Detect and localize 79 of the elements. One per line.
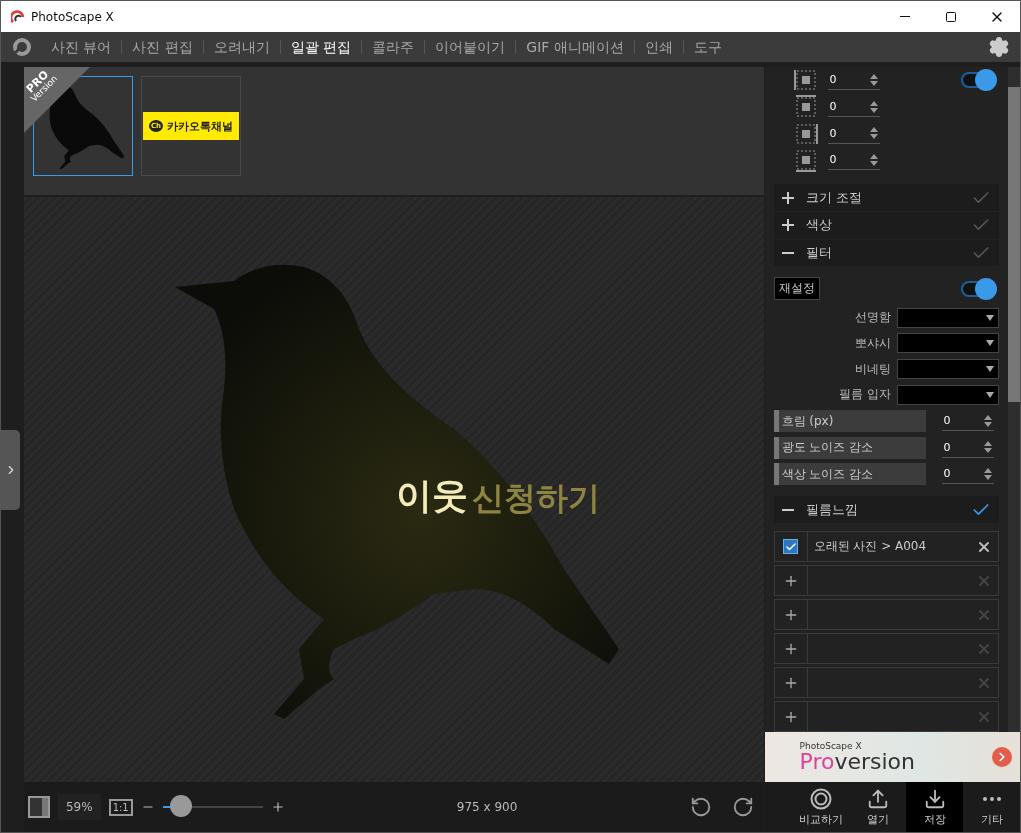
ad-pro-text: Pro — [799, 751, 835, 773]
stepper-arrows-icon[interactable] — [869, 153, 878, 166]
nav-tab[interactable]: 콜라주 — [361, 40, 425, 54]
minimize-icon — [900, 16, 910, 17]
rotate-right-icon[interactable] — [731, 796, 754, 818]
caret-icon — [986, 391, 994, 398]
caret-icon — [986, 314, 994, 321]
zoom-slider-thumb[interactable] — [169, 795, 192, 817]
margin-icon — [793, 121, 818, 146]
actual-size-button[interactable]: 1:1 — [108, 798, 133, 816]
margin-toggle[interactable] — [961, 72, 995, 89]
expand-handle[interactable] — [1, 429, 20, 510]
nav-tab[interactable]: 인쇄 — [633, 40, 683, 54]
stepper-arrows-icon[interactable] — [983, 467, 992, 480]
ad-version-text: version — [834, 751, 915, 773]
banner-text: 카카오톡채널 — [167, 118, 234, 134]
stepper-arrows-icon[interactable] — [869, 100, 878, 113]
upload-icon — [866, 787, 889, 810]
margin-icon — [793, 68, 818, 93]
caret-icon — [986, 340, 994, 347]
stepper-arrows-icon[interactable] — [983, 414, 992, 427]
slider-label[interactable]: 흐림 (px) — [773, 410, 926, 433]
margin-field[interactable]: 0 — [827, 123, 880, 144]
section-header[interactable]: 색상 — [773, 211, 999, 239]
app-logo-icon — [11, 9, 25, 24]
dropdown-label: 비네팅 — [855, 360, 891, 378]
image-caption: 신청하기 — [471, 478, 600, 519]
image-caption: 이웃 — [395, 474, 468, 518]
margin-field[interactable]: 0 — [827, 97, 880, 118]
nav-tab[interactable]: 사진 편집 — [121, 40, 203, 54]
film-slot[interactable]: 오래된 사진 > A004 — [773, 531, 999, 563]
more-icon — [982, 796, 1001, 801]
stepper-arrows-icon[interactable] — [983, 441, 992, 454]
nav-tab[interactable]: 도구 — [682, 40, 732, 54]
zoom-in-icon[interactable] — [270, 800, 285, 814]
nav-tab[interactable]: 일괄 편집 — [279, 40, 362, 54]
settings-icon[interactable] — [988, 36, 1010, 58]
action-button[interactable]: 기타 — [963, 782, 1020, 832]
ad-banner[interactable]: PhotoScape X Proversion — [764, 732, 1020, 782]
split-view-icon[interactable] — [27, 796, 50, 818]
rotate-left-icon[interactable] — [689, 796, 712, 818]
action-button[interactable]: 열기 — [849, 782, 906, 832]
caret-icon — [986, 366, 994, 373]
slider-label[interactable]: 광도 노이즈 감소 — [773, 436, 926, 459]
nav-tab[interactable]: 이어붙이기 — [424, 40, 516, 54]
stepper-arrows-icon[interactable] — [869, 73, 878, 86]
scrollbar-thumb[interactable] — [1008, 87, 1020, 402]
section-header[interactable]: 필터 — [773, 239, 999, 267]
section-header[interactable]: 필름느낌 — [773, 496, 999, 524]
reset-button[interactable]: 재설정 — [773, 277, 820, 301]
maximize-icon — [945, 10, 957, 23]
value-field[interactable]: 0 — [941, 464, 994, 485]
dropdown-label: 뽀샤시 — [855, 334, 891, 352]
margin-field[interactable]: 0 — [827, 150, 880, 171]
filter-toggle[interactable] — [961, 280, 995, 297]
app-logo-icon[interactable] — [11, 36, 33, 58]
ad-brand: PhotoScape X — [799, 741, 863, 751]
zoom-percent: 59% — [57, 794, 101, 820]
slot-label: 오래된 사진 > A004 — [812, 538, 928, 556]
action-button[interactable]: 저장 — [906, 782, 963, 832]
nav-tab[interactable]: 사진 뷰어 — [41, 40, 122, 54]
checkbox[interactable] — [783, 539, 798, 555]
nav-tab[interactable]: GIF 애니메이션 — [515, 40, 634, 54]
compare-icon — [809, 787, 832, 810]
action-button[interactable]: 비교하기 — [792, 782, 849, 832]
image-dimensions: 975 x 900 — [455, 800, 519, 814]
slider-label[interactable]: 색상 노이즈 감소 — [773, 463, 926, 486]
dropdown-label: 선명함 — [855, 309, 891, 327]
dropdown-label: 필름 입자 — [839, 386, 891, 404]
value-field[interactable]: 0 — [941, 411, 994, 432]
value-field[interactable]: 0 — [941, 437, 994, 458]
nav-tab[interactable]: 오려내기 — [202, 40, 280, 54]
stepper-arrows-icon[interactable] — [869, 127, 878, 140]
margin-icon — [793, 95, 818, 120]
section-header[interactable]: 크기 조절 — [773, 184, 999, 211]
download-icon — [923, 787, 946, 810]
margin-icon — [793, 148, 818, 173]
window-title: PhotoScape X — [31, 9, 115, 24]
margin-field[interactable]: 0 — [827, 70, 880, 91]
